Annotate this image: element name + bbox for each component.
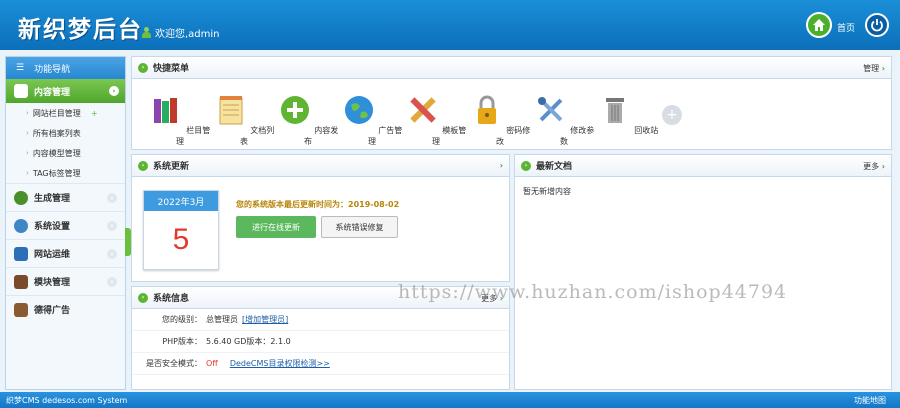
add-admin-link[interactable]: [增加管理员] <box>242 314 288 325</box>
online-update-button[interactable]: 进行在线更新 <box>236 216 316 238</box>
add-icon[interactable]: + <box>91 109 98 118</box>
quick-item-templates[interactable]: 模板管理 <box>404 93 468 147</box>
sidebar-subitem[interactable]: › 内容模型管理 <box>6 143 125 163</box>
notepad-icon <box>14 84 28 98</box>
bullet-icon: › <box>138 160 148 171</box>
sidebar-item-modules[interactable]: 模块管理 › <box>6 267 125 295</box>
chevron-right-icon: › <box>107 249 117 259</box>
panel-title: 快捷菜单 <box>153 64 190 74</box>
panel-title: 系统更新 <box>153 162 190 172</box>
bullet-icon: › <box>138 292 148 303</box>
books-icon <box>153 98 177 123</box>
user-icon <box>142 27 151 38</box>
sidebar-item-ops[interactable]: 网站运维 › <box>6 239 125 267</box>
quick-item-password[interactable]: 密码修改 <box>468 93 532 147</box>
menu-icon: ☰ <box>16 63 25 73</box>
pencil-ruler-icon <box>409 97 436 123</box>
empty-message: 暂无新增内容 <box>523 187 571 196</box>
gears-icon <box>14 218 28 233</box>
power-icon <box>871 19 883 32</box>
add-shortcut-button[interactable]: + <box>662 105 682 125</box>
sidebar-item-content[interactable]: 内容管理 › <box>6 79 125 103</box>
expand-link[interactable]: › <box>500 161 503 170</box>
permission-check-link[interactable]: DedeCMS目录权限检测>> <box>230 358 330 369</box>
info-row-php: PHP版本： 5.6.40 GD版本：2.1.0 <box>132 331 509 353</box>
update-status-text: 您的系统版本最后更新时间为：2019-08-02 <box>236 200 400 209</box>
globe-icon <box>344 96 373 124</box>
monitor-icon <box>14 246 28 261</box>
home-label[interactable]: 首页 <box>837 21 855 34</box>
quick-menu-header: › 快捷菜单 管理 › <box>132 57 891 79</box>
quick-item-trash[interactable]: 回收站 <box>596 93 660 147</box>
sidebar-title: 功能导航 <box>34 64 71 75</box>
sidebar-subitem[interactable]: › 网站栏目管理 + <box>6 103 125 123</box>
manage-link[interactable]: 管理 › <box>863 63 885 74</box>
calendar-widget: 2022年3月 5 <box>143 190 219 270</box>
tree-icon <box>14 190 28 205</box>
sidebar-item-label: 内容管理 <box>34 87 71 98</box>
sidebar-header: ☰ 功能导航 <box>6 57 125 79</box>
footer-text: 织梦CMS dedesos.com System <box>6 395 128 405</box>
bullet-icon: › <box>521 160 531 171</box>
quick-item-params[interactable]: 修改参数 <box>532 93 596 147</box>
welcome-message: 欢迎您,admin <box>142 25 220 40</box>
bullet-icon: › <box>138 62 148 73</box>
watermark: https://www.huzhan.com/ishop44794 <box>398 281 788 303</box>
chevron-right-icon: › <box>107 277 117 287</box>
welcome-text: 欢迎您,admin <box>155 29 220 40</box>
quick-item-ads[interactable]: 广告管理 <box>340 93 404 147</box>
book-icon <box>14 274 28 289</box>
info-row-safe-mode: 是否安全模式： Off DedeCMS目录权限检测>> <box>132 353 509 375</box>
book-icon <box>14 302 28 317</box>
calendar-month: 2022年3月 <box>144 191 218 211</box>
trash-icon <box>605 98 624 123</box>
footer: 织梦CMS dedesos.com System 功能地图 <box>0 392 900 408</box>
system-update-header: › 系统更新 › <box>132 155 509 177</box>
panel-title: 最新文档 <box>536 162 573 172</box>
sidebar-item-generate[interactable]: 生成管理 › <box>6 183 125 211</box>
app-logo: 新织梦后台 <box>18 16 143 43</box>
system-update-panel: › 系统更新 › 2022年3月 5 您的系统版本最后更新时间为：2019-08… <box>131 154 510 282</box>
chevron-right-icon: › <box>107 193 117 203</box>
quick-item-doc-list[interactable]: 文档列表 <box>212 93 276 147</box>
sidebar-subitem[interactable]: › TAG标签管理 <box>6 163 125 183</box>
quick-item-publish[interactable]: 内容发布 <box>276 93 340 147</box>
site-map-link[interactable]: 功能地图 <box>854 395 886 406</box>
repair-button[interactable]: 系统错误修复 <box>321 216 398 238</box>
home-icon <box>813 19 825 31</box>
top-header: 新织梦后台 欢迎您,admin 首页 <box>0 0 900 50</box>
chevron-right-icon: › <box>109 86 119 96</box>
latest-docs-panel: › 最新文档 更多 › 暂无新增内容 <box>514 154 892 390</box>
chevron-right-icon: › <box>107 221 117 231</box>
notepad-icon <box>219 96 243 125</box>
quick-item-category[interactable]: 栏目管理 <box>148 93 212 147</box>
tools-icon <box>537 97 563 122</box>
add-circle-icon <box>280 96 309 124</box>
panel-title: 系统信息 <box>153 294 190 304</box>
info-row-level: 您的级别： 总管理员 [增加管理员] <box>132 309 509 331</box>
quick-menu-panel: › 快捷菜单 管理 › 栏目管理 文档列表 内容发布 广告管理 模板管理 密码修… <box>131 56 892 150</box>
latest-docs-header: › 最新文档 更多 › <box>515 155 891 177</box>
sidebar-item-ads[interactable]: 德得广告 <box>6 295 125 323</box>
sidebar-item-settings[interactable]: 系统设置 › <box>6 211 125 239</box>
lock-icon <box>477 95 496 124</box>
calendar-day: 5 <box>172 223 190 256</box>
more-link[interactable]: 更多 › <box>863 161 885 172</box>
logout-button[interactable] <box>865 13 889 37</box>
sidebar-subitem[interactable]: › 所有档案列表 <box>6 123 125 143</box>
home-button[interactable] <box>806 12 832 38</box>
sidebar: ☰ 功能导航 内容管理 › › 网站栏目管理 + › 所有档案列表 › 内容模型管理 ›… <box>5 56 126 390</box>
